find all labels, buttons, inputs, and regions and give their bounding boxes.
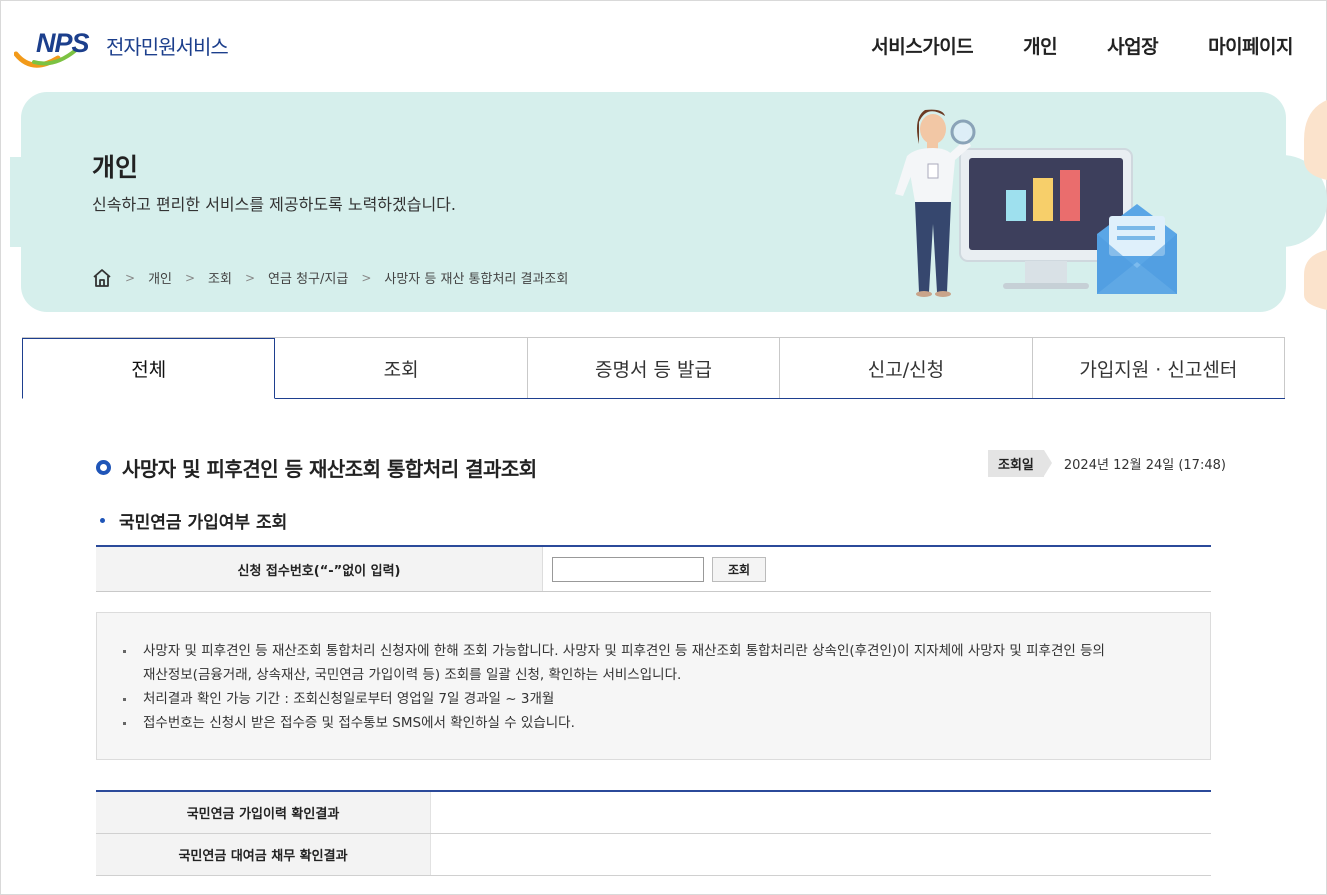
notice-item: 사망자 및 피후견인 등 재산조회 통합처리 신청자에 한해 조회 가능합니다.… [121,639,1186,663]
notice-item: 처리결과 확인 가능 기간 : 조회신청일로부터 영업일 7일 경과일 ~ 3개… [121,687,1186,711]
home-icon[interactable] [92,268,112,287]
section-title-wrap: 국민연금 가입여부 조회 [100,508,287,533]
result-label: 국민연금 가입이력 확인결과 [96,792,431,833]
nps-logo[interactable]: NPS 전자민원서비스 [14,28,254,72]
notice-box: 사망자 및 피후견인 등 재산조회 통합처리 신청자에 한해 조회 가능합니다.… [96,612,1211,760]
chevron-right-icon: > [361,270,372,285]
breadcrumb-item[interactable]: 연금 청구/지급 [268,268,348,287]
nav-mypage[interactable]: 마이페이지 [1208,32,1293,59]
receipt-number-label: 신청 접수번호(“-”없이 입력) [96,547,543,591]
tab-certificate[interactable]: 증명서 등 발급 [528,338,781,398]
table-row: 국민연금 가입이력 확인결과 [96,792,1211,834]
tab-report-apply[interactable]: 신고/신청 [780,338,1033,398]
breadcrumb-item[interactable]: 조회 [208,268,232,287]
inquiry-button[interactable]: 조회 [712,556,766,582]
nav-service-guide[interactable]: 서비스가이드 [871,32,973,59]
main-nav: 서비스가이드 개인 사업장 마이페이지 [871,32,1293,59]
chevron-right-icon: > [244,270,256,285]
receipt-number-form: 신청 접수번호(“-”없이 입력) 조회 [96,545,1211,592]
tab-support-center[interactable]: 가입지원 · 신고센터 [1033,338,1286,398]
date-value: 2024년 12월 24일 (17:48) [1063,458,1226,473]
table-row: 국민연금 대여금 채무 확인결과 [96,834,1211,876]
logo-mark: NPS [36,28,90,58]
category-tabs: 전체 조회 증명서 등 발급 신고/신청 가입지원 · 신고센터 [22,337,1286,399]
date-label: 조회일 [988,450,1052,477]
result-value [431,834,1211,875]
inquiry-date: 조회일 2024년 12월 24일 (17:48) [988,450,1226,477]
tab-all[interactable]: 전체 [22,338,276,399]
tab-inquiry[interactable]: 조회 [275,338,528,398]
notice-item: 접수번호는 신청시 받은 접수증 및 접수통보 SMS에서 확인하실 수 있습니… [121,711,1186,735]
chevron-right-icon: > [184,270,196,285]
nav-personal[interactable]: 개인 [1023,32,1057,59]
result-value [431,792,1211,833]
page-title: 사망자 및 피후견인 등 재산조회 통합처리 결과조회 [122,457,537,481]
page-title-wrap: 사망자 및 피후견인 등 재산조회 통합처리 결과조회 [96,453,537,482]
banner-deco-shape [1304,100,1327,310]
receipt-number-input[interactable] [552,556,704,582]
result-label: 국민연금 대여금 채무 확인결과 [96,834,431,875]
receipt-number-cell: 조회 [543,547,1211,591]
banner-subtitle: 신속하고 편리한 서비스를 제공하도록 노력하겠습니다. [92,195,456,214]
banner-illustration [895,109,1177,297]
nav-business[interactable]: 사업장 [1107,32,1158,59]
notice-item-continued: 재산정보(금융거래, 상속재산, 국민연금 가입이력 등) 조회를 일괄 신청,… [143,667,682,683]
title-ring-icon [96,460,111,475]
chevron-right-icon: > [125,270,136,285]
breadcrumb-current: 사망자 등 재산 통합처리 결과조회 [384,272,569,287]
bullet-dot-icon [100,518,105,523]
breadcrumb-item[interactable]: 개인 [148,268,172,287]
banner-title: 개인 [92,153,139,182]
breadcrumb: > 개인 > 조회 > 연금 청구/지급 > 사망자 등 재산 통합처리 결과조… [92,268,568,287]
logo-text: 전자민원서비스 [106,35,229,59]
section-title: 국민연금 가입여부 조회 [119,513,288,533]
result-table: 국민연금 가입이력 확인결과 국민연금 대여금 채무 확인결과 [96,790,1211,876]
